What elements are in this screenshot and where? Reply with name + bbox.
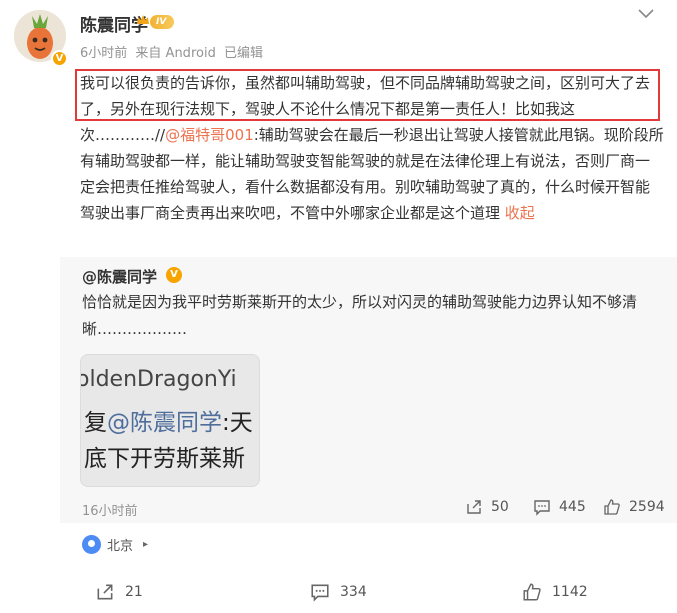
thumbs-up-icon — [523, 583, 541, 601]
share-icon — [467, 500, 481, 514]
retweet-text: 恰恰就是因为我平时劳斯莱斯开的太少，所以对闪灵的辅助驾驶能力边界认知不够清晰……… — [82, 293, 638, 338]
repost-count: 21 — [125, 584, 143, 600]
comment-button[interactable]: 334 — [310, 582, 367, 602]
repost-button[interactable]: 21 — [95, 582, 143, 602]
location-name: 北京 — [107, 539, 134, 554]
comment-icon — [534, 500, 550, 516]
mention-link[interactable]: @福特哥001 — [165, 126, 254, 144]
retweet-card[interactable]: @陈震同学 V 恰恰就是因为我平时劳斯莱斯开的太少，所以对闪灵的辅助驾驶能力边界… — [60, 257, 677, 523]
retweet-comment-button[interactable]: 445 — [533, 498, 586, 516]
post-text: 我可以很负责的告诉你，虽然都叫辅助驾驶，但不同品牌辅助驾驶之间，区别可大了去了，… — [80, 70, 664, 226]
action-bar: 21 334 1142 — [0, 570, 677, 613]
thumbs-up-icon — [604, 499, 620, 515]
chevron-down-icon[interactable] — [635, 6, 657, 22]
retweet-image[interactable]: oldenDragonYi 复@陈震同学:天 底下开劳斯莱斯 — [80, 354, 260, 487]
image-text-line1: oldenDragonYi — [80, 367, 237, 392]
fold-link[interactable]: 收起 — [505, 204, 535, 222]
post-source: 来自 Android — [135, 46, 216, 61]
retweet-time[interactable]: 16小时前 — [82, 500, 138, 519]
like-count: 1142 — [552, 584, 588, 600]
retweet-share-button[interactable]: 50 — [465, 498, 509, 516]
comment-count: 334 — [340, 584, 367, 600]
image-text-prefix: 复 — [84, 410, 107, 436]
verified-badge: V — [51, 50, 68, 67]
comment-icon — [311, 584, 329, 602]
crown-icon — [137, 15, 149, 24]
edited-label[interactable]: 已编辑 — [224, 46, 263, 61]
location-pin-icon — [82, 535, 101, 554]
image-text-suffix: :天 — [222, 410, 253, 436]
retweet-comment-count: 445 — [559, 499, 586, 515]
verified-badge: V — [166, 267, 182, 283]
image-text-line2: 复@陈震同学:天 — [84, 403, 253, 437]
image-text-mention: @陈震同学 — [107, 410, 222, 436]
post-meta: 6小时前 来自 Android 已编辑 — [80, 42, 267, 61]
level-badge: IV — [150, 15, 175, 29]
retweet-like-count: 2594 — [629, 499, 665, 515]
image-text-line3: 底下开劳斯莱斯 — [84, 446, 245, 472]
retweet-like-button[interactable]: 2594 — [603, 498, 665, 516]
weibo-post: V 陈震同学 IV 6小时前 来自 Android 已编辑 我可以很负责的告诉你… — [0, 0, 677, 613]
retweet-share-count: 50 — [491, 499, 509, 515]
like-button[interactable]: 1142 — [522, 582, 588, 602]
share-icon — [97, 584, 113, 600]
post-time[interactable]: 6小时前 — [80, 46, 127, 61]
location-tag[interactable]: 北京 ▸ — [82, 535, 148, 554]
chevron-right-icon: ▸ — [143, 539, 149, 550]
retweet-username[interactable]: @陈震同学 — [82, 266, 157, 287]
